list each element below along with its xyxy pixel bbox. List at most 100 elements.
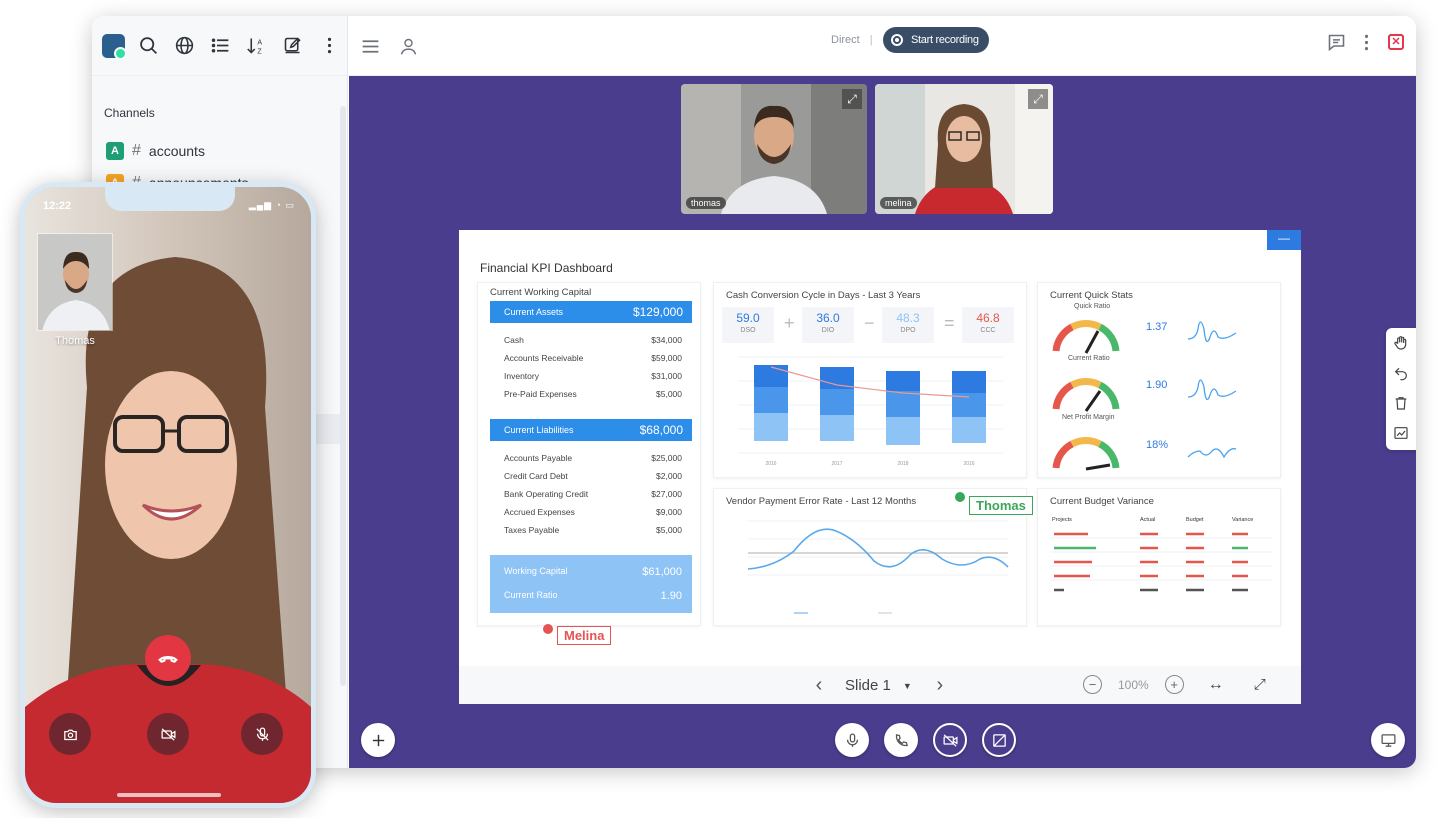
hang-up-icon (158, 655, 178, 663)
liabilities-total: $68,000 (639, 423, 683, 437)
room-type-label: Direct (831, 34, 860, 46)
zoom-level: 100% (1118, 677, 1149, 692)
workspace-logo[interactable] (102, 33, 127, 60)
list-item: Cash $34,000 (504, 335, 682, 345)
screen-share-off-icon (992, 733, 1006, 747)
svg-text:2016: 2016 (765, 461, 776, 467)
bar-2016 (754, 365, 788, 441)
record-icon (891, 34, 903, 46)
video-off-button[interactable] (147, 713, 189, 755)
expand-icon[interactable]: ⤢ (1028, 89, 1048, 109)
liabilities-label: Current Liabilities (504, 425, 574, 435)
pip-name: Thomas (55, 335, 95, 347)
cursor-dot-melina (543, 624, 553, 634)
bar-2016b (952, 371, 986, 443)
microphone-icon (846, 732, 858, 747)
phone-notch (105, 187, 235, 211)
ccc-box: 48.3 DPO (882, 307, 934, 343)
switch-camera-button[interactable] (49, 713, 91, 755)
list-item: Accrued Expenses $9,000 (504, 507, 682, 517)
svg-text:Z: Z (258, 48, 263, 55)
expand-icon[interactable]: ⤢ (842, 89, 862, 109)
next-slide-button[interactable]: › (926, 674, 954, 697)
assets-total: $129,000 (632, 305, 683, 319)
video-tile-thomas[interactable]: thomas ⤢ (681, 84, 867, 214)
phone-button[interactable] (884, 723, 918, 757)
sidebar-scrollbar[interactable] (340, 106, 346, 686)
cursor-dot-thomas (955, 492, 965, 502)
mobile-call-screen: 12:22 ▂▄▆ ◔ ▭ Thomas (25, 187, 311, 803)
dashboard-title: Financial KPI Dashboard (480, 261, 613, 275)
bar-2017 (820, 367, 854, 441)
channel-avatar: A (106, 142, 124, 160)
self-view-thomas[interactable] (37, 233, 113, 331)
video-tile-melina[interactable]: melina ⤢ (875, 84, 1053, 214)
minimize-button[interactable]: — (1267, 230, 1301, 250)
presentation-button[interactable] (1371, 723, 1405, 757)
undo-icon[interactable] (1386, 358, 1416, 388)
mute-button[interactable] (241, 713, 283, 755)
fullscreen-button[interactable]: ⤢ (1254, 676, 1266, 693)
liabilities-header: Current Liabilities $68,000 (490, 419, 692, 441)
list-item: Pre-Paid Expenses $5,000 (504, 389, 682, 399)
shared-slide[interactable]: — Financial KPI Dashboard Current Workin… (459, 230, 1301, 704)
divider: | (869, 34, 873, 46)
hash-icon: # (132, 142, 141, 159)
end-call-button[interactable] (145, 635, 191, 681)
zoom-out-button[interactable]: − (1083, 675, 1102, 694)
cash-conversion-panel: Cash Conversion Cycle in Days - Last 3 Y… (713, 282, 1027, 478)
edit-icon[interactable] (275, 27, 311, 65)
svg-text:A: A (258, 40, 263, 47)
chart-icon[interactable] (1386, 418, 1416, 448)
cursor-label-thomas: Thomas (969, 496, 1033, 515)
screen-share-off-button[interactable] (982, 723, 1016, 757)
video-off-icon (160, 727, 176, 741)
previous-slide-button[interactable]: ‹ (805, 674, 833, 697)
mic-off-icon (255, 726, 269, 741)
search-icon[interactable] (131, 27, 167, 65)
start-recording-button[interactable]: Start recording (883, 27, 989, 53)
hand-icon[interactable] (1386, 328, 1416, 358)
panel-title: Current Quick Stats (1050, 290, 1133, 301)
annotation-toolbar (1386, 328, 1416, 450)
bar-2018 (886, 371, 920, 445)
sidebar-toolbar: AZ (92, 16, 347, 76)
recording-label: Start recording (911, 34, 979, 46)
mobile-device: 12:22 ▂▄▆ ◔ ▭ Thomas (20, 182, 316, 808)
camera-off-icon (942, 733, 958, 747)
assets-header: Current Assets $129,000 (490, 301, 692, 323)
channel-item-accounts[interactable]: A # accounts (106, 142, 205, 160)
list-item: Accounts Payable $25,000 (504, 453, 682, 463)
add-button[interactable] (361, 723, 395, 757)
channel-name: accounts (148, 143, 205, 159)
user-icon[interactable] (389, 27, 427, 65)
budget-table-rows (1050, 532, 1272, 592)
budget-variance-panel: Current Budget Variance Projects Actual … (1037, 488, 1281, 626)
slide-dropdown-icon[interactable]: ▼ (903, 681, 912, 691)
fit-width-button[interactable]: ↔ (1208, 676, 1224, 694)
sort-icon[interactable]: AZ (239, 27, 275, 65)
zoom-in-button[interactable]: + (1164, 675, 1184, 694)
camera-icon (63, 729, 77, 740)
kebab-icon[interactable] (311, 27, 347, 65)
operator: − (864, 313, 875, 333)
list-item: Bank Operating Credit $27,000 (504, 489, 682, 499)
hamburger-icon[interactable] (351, 27, 389, 65)
kebab-icon[interactable] (1352, 28, 1380, 56)
slide-label: Slide 1 (845, 677, 891, 694)
quick-stats-gauges (1052, 320, 1237, 471)
operator: = (944, 313, 955, 333)
ccc-box: 59.0 DSO (722, 307, 774, 343)
microphone-button[interactable] (835, 723, 869, 757)
panel-title: Cash Conversion Cycle in Days - Last 3 Y… (726, 290, 921, 301)
globe-icon[interactable] (167, 27, 203, 65)
trash-icon[interactable] (1386, 388, 1416, 418)
vendor-line-chart (747, 520, 1009, 614)
close-button[interactable]: ✕ (1382, 28, 1410, 56)
list-icon[interactable] (203, 27, 239, 65)
presentation-icon (1380, 733, 1396, 747)
ccc-box: 46.8 CCC (962, 307, 1014, 343)
slide-controls: ‹ Slide 1 ▼ › − 100% + ↔ ⤢ (459, 666, 1301, 704)
chat-icon[interactable] (1322, 28, 1350, 56)
camera-off-button[interactable] (933, 723, 967, 757)
